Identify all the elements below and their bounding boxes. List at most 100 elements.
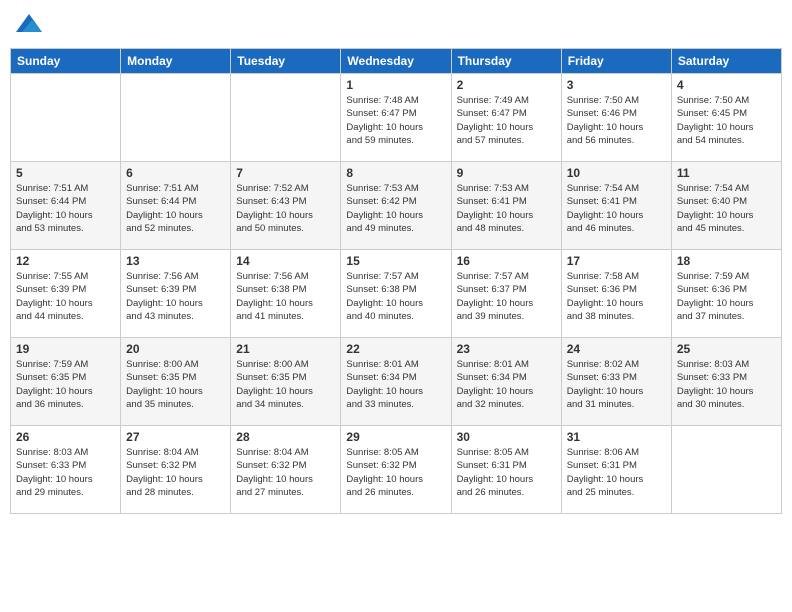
weekday-header-saturday: Saturday [671,49,781,74]
day-number: 4 [677,78,776,92]
calendar-week-5: 26 Sunrise: 8:03 AMSunset: 6:33 PMDayligh… [11,426,782,514]
calendar-week-3: 12 Sunrise: 7:55 AMSunset: 6:39 PMDayligh… [11,250,782,338]
day-number: 2 [457,78,556,92]
day-info: Sunrise: 8:06 AMSunset: 6:31 PMDaylight:… [567,446,666,499]
calendar-cell: 3 Sunrise: 7:50 AMSunset: 6:46 PMDaylight… [561,74,671,162]
weekday-header-wednesday: Wednesday [341,49,451,74]
day-info: Sunrise: 7:53 AMSunset: 6:41 PMDaylight:… [457,182,556,235]
day-number: 16 [457,254,556,268]
calendar-cell: 28Sunrise: 8:04 AMSunset: 6:32 PMDayligh… [231,426,341,514]
day-number: 22 [346,342,445,356]
day-info: Sunrise: 7:50 AMSunset: 6:45 PMDaylight:… [677,94,776,147]
calendar-cell: 18 Sunrise: 7:59 AMSunset: 6:36 PMDayligh… [671,250,781,338]
day-number: 6 [126,166,225,180]
calendar-cell: 13 Sunrise: 7:56 AMSunset: 6:39 PMDayligh… [121,250,231,338]
calendar-cell [11,74,121,162]
day-info: Sunrise: 8:02 AMSunset: 6:33 PMDaylight:… [567,358,666,411]
day-info: Sunrise: 7:53 AMSunset: 6:42 PMDaylight:… [346,182,445,235]
page-header [10,10,782,40]
calendar-cell [121,74,231,162]
calendar-body: 1 Sunrise: 7:48 AMSunset: 6:47 PMDaylight… [11,74,782,514]
logo [14,10,48,40]
calendar-cell: 20Sunrise: 8:00 AMSunset: 6:35 PMDayligh… [121,338,231,426]
day-info: Sunrise: 7:55 AMSunset: 6:39 PMDaylight:… [16,270,115,323]
calendar-cell: 2 Sunrise: 7:49 AMSunset: 6:47 PMDaylight… [451,74,561,162]
day-info: Sunrise: 7:54 AMSunset: 6:41 PMDaylight:… [567,182,666,235]
calendar-cell: 22 Sunrise: 8:01 AMSunset: 6:34 PMDayligh… [341,338,451,426]
calendar-cell: 19Sunrise: 7:59 AMSunset: 6:35 PMDayligh… [11,338,121,426]
calendar-cell: 8Sunrise: 7:53 AMSunset: 6:42 PMDaylight… [341,162,451,250]
calendar-cell: 24 Sunrise: 8:02 AMSunset: 6:33 PMDayligh… [561,338,671,426]
day-info: Sunrise: 7:48 AMSunset: 6:47 PMDaylight:… [346,94,445,147]
day-info: Sunrise: 7:51 AMSunset: 6:44 PMDaylight:… [126,182,225,235]
day-number: 28 [236,430,335,444]
logo-icon [14,10,44,40]
day-number: 26 [16,430,115,444]
day-number: 13 [126,254,225,268]
day-number: 20 [126,342,225,356]
day-number: 21 [236,342,335,356]
calendar-cell: 10Sunrise: 7:54 AMSunset: 6:41 PMDayligh… [561,162,671,250]
weekday-header-monday: Monday [121,49,231,74]
calendar-cell [671,426,781,514]
day-info: Sunrise: 8:03 AMSunset: 6:33 PMDaylight:… [16,446,115,499]
day-info: Sunrise: 8:00 AMSunset: 6:35 PMDaylight:… [236,358,335,411]
calendar-cell: 9Sunrise: 7:53 AMSunset: 6:41 PMDaylight… [451,162,561,250]
day-info: Sunrise: 7:59 AMSunset: 6:36 PMDaylight:… [677,270,776,323]
calendar-week-1: 1 Sunrise: 7:48 AMSunset: 6:47 PMDaylight… [11,74,782,162]
day-info: Sunrise: 7:58 AMSunset: 6:36 PMDaylight:… [567,270,666,323]
calendar-cell: 23 Sunrise: 8:01 AMSunset: 6:34 PMDayligh… [451,338,561,426]
calendar-cell: 5 Sunrise: 7:51 AMSunset: 6:44 PMDaylight… [11,162,121,250]
calendar-week-4: 19Sunrise: 7:59 AMSunset: 6:35 PMDayligh… [11,338,782,426]
day-number: 31 [567,430,666,444]
day-info: Sunrise: 7:51 AMSunset: 6:44 PMDaylight:… [16,182,115,235]
calendar-week-2: 5 Sunrise: 7:51 AMSunset: 6:44 PMDaylight… [11,162,782,250]
weekday-header-friday: Friday [561,49,671,74]
weekday-header-row: SundayMondayTuesdayWednesdayThursdayFrid… [11,49,782,74]
day-info: Sunrise: 7:49 AMSunset: 6:47 PMDaylight:… [457,94,556,147]
day-number: 1 [346,78,445,92]
day-number: 29 [346,430,445,444]
calendar-cell: 4 Sunrise: 7:50 AMSunset: 6:45 PMDaylight… [671,74,781,162]
calendar-cell: 6 Sunrise: 7:51 AMSunset: 6:44 PMDaylight… [121,162,231,250]
calendar-cell: 21 Sunrise: 8:00 AMSunset: 6:35 PMDayligh… [231,338,341,426]
day-number: 19 [16,342,115,356]
day-number: 17 [567,254,666,268]
day-number: 25 [677,342,776,356]
day-info: Sunrise: 7:56 AMSunset: 6:39 PMDaylight:… [126,270,225,323]
calendar-cell: 15 Sunrise: 7:57 AMSunset: 6:38 PMDayligh… [341,250,451,338]
calendar-cell: 16 Sunrise: 7:57 AMSunset: 6:37 PMDayligh… [451,250,561,338]
day-number: 3 [567,78,666,92]
day-info: Sunrise: 7:57 AMSunset: 6:37 PMDaylight:… [457,270,556,323]
day-info: Sunrise: 7:50 AMSunset: 6:46 PMDaylight:… [567,94,666,147]
weekday-header-tuesday: Tuesday [231,49,341,74]
day-number: 14 [236,254,335,268]
day-number: 27 [126,430,225,444]
day-number: 5 [16,166,115,180]
day-number: 7 [236,166,335,180]
calendar-cell: 31 Sunrise: 8:06 AMSunset: 6:31 PMDayligh… [561,426,671,514]
weekday-header-thursday: Thursday [451,49,561,74]
day-info: Sunrise: 8:01 AMSunset: 6:34 PMDaylight:… [346,358,445,411]
day-number: 30 [457,430,556,444]
calendar-cell: 26 Sunrise: 8:03 AMSunset: 6:33 PMDayligh… [11,426,121,514]
calendar-cell: 17 Sunrise: 7:58 AMSunset: 6:36 PMDayligh… [561,250,671,338]
weekday-header-sunday: Sunday [11,49,121,74]
day-number: 23 [457,342,556,356]
day-info: Sunrise: 7:52 AMSunset: 6:43 PMDaylight:… [236,182,335,235]
day-info: Sunrise: 8:05 AMSunset: 6:31 PMDaylight:… [457,446,556,499]
calendar-cell [231,74,341,162]
day-info: Sunrise: 8:05 AMSunset: 6:32 PMDaylight:… [346,446,445,499]
day-info: Sunrise: 7:57 AMSunset: 6:38 PMDaylight:… [346,270,445,323]
calendar-cell: 14Sunrise: 7:56 AMSunset: 6:38 PMDayligh… [231,250,341,338]
day-number: 18 [677,254,776,268]
day-info: Sunrise: 8:04 AMSunset: 6:32 PMDaylight:… [126,446,225,499]
calendar-cell: 12 Sunrise: 7:55 AMSunset: 6:39 PMDayligh… [11,250,121,338]
day-number: 11 [677,166,776,180]
day-number: 12 [16,254,115,268]
day-info: Sunrise: 8:01 AMSunset: 6:34 PMDaylight:… [457,358,556,411]
calendar-cell: 30 Sunrise: 8:05 AMSunset: 6:31 PMDayligh… [451,426,561,514]
day-number: 24 [567,342,666,356]
day-number: 15 [346,254,445,268]
calendar-cell: 25Sunrise: 8:03 AMSunset: 6:33 PMDayligh… [671,338,781,426]
